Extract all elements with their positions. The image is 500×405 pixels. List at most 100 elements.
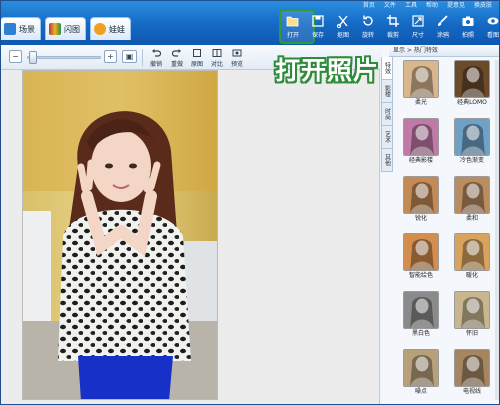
resize-button[interactable]: 尺寸 xyxy=(407,13,429,41)
tab-scene-label: 场景 xyxy=(19,24,35,34)
save-button-label: 保存 xyxy=(311,32,324,39)
effect-label: 经典影楼 xyxy=(408,156,433,164)
resize-button-label: 尺寸 xyxy=(411,32,424,39)
effects-grid: 柔光 经典LOMO 经典影楼 冷色渐变锐化 柔和智能绘色 暖化黑白色 怀旧噪点 电视线 xyxy=(397,60,497,405)
save-icon xyxy=(312,15,324,27)
menu-tools[interactable]: 工具 xyxy=(405,1,417,10)
effect-label: 经典LOMO xyxy=(457,99,487,106)
effect-thumbnail xyxy=(403,175,439,214)
effect-item[interactable]: 智能绘色 xyxy=(397,233,445,282)
effect-label: 黑白色 xyxy=(411,330,430,338)
toolbar-divider xyxy=(142,49,143,66)
panel-header-title: 热门特效 xyxy=(413,47,438,54)
original-button[interactable]: 原图 xyxy=(187,48,207,68)
effect-item[interactable]: 锐化 xyxy=(397,175,445,225)
effect-thumbnail xyxy=(454,349,490,388)
compare-button[interactable]: 对比 xyxy=(207,48,227,68)
effect-label: 冷色渐变 xyxy=(459,156,484,164)
preview-button[interactable]: 预览 xyxy=(227,48,247,68)
effects-scrollbar[interactable] xyxy=(495,60,499,400)
redo-label: 重做 xyxy=(170,61,183,68)
effect-thumbnail xyxy=(454,233,490,272)
undo-button[interactable]: 撤销 xyxy=(146,48,166,68)
photo-canvas[interactable] xyxy=(0,70,380,405)
tab-doll[interactable]: 娃娃 xyxy=(90,17,131,40)
menu-home[interactable]: 首页 xyxy=(363,1,375,10)
zoom-slider-thumb[interactable] xyxy=(28,51,37,64)
effect-item[interactable]: 柔光 xyxy=(397,60,445,109)
effect-label: 噪点 xyxy=(414,388,427,396)
effects-panel-header: 显示 > 热门特效 xyxy=(389,45,500,57)
module-tabs: 场景 闪图 娃娃 xyxy=(0,17,131,40)
redo-icon xyxy=(172,49,181,57)
effect-item[interactable]: 噪点 xyxy=(397,349,445,398)
original-icon xyxy=(193,49,201,57)
effect-item[interactable]: 经典影楼 xyxy=(397,117,445,167)
effect-label: 柔光 xyxy=(414,99,427,106)
fit-window-button[interactable]: ▣ xyxy=(122,50,137,63)
portrait-image xyxy=(23,71,217,399)
tab-studio[interactable]: 影楼 xyxy=(381,80,393,103)
view-icon xyxy=(487,17,499,25)
effect-item[interactable]: 电视线 xyxy=(448,349,496,398)
crop-icon xyxy=(387,15,399,27)
menu-help[interactable]: 帮助 xyxy=(426,1,438,10)
save-button[interactable]: 保存 xyxy=(307,13,329,41)
zoom-in-button[interactable]: + xyxy=(104,50,117,63)
rotate-button[interactable]: 旋转 xyxy=(357,13,379,41)
fit-window-icon: ▣ xyxy=(125,52,134,61)
effect-thumbnail xyxy=(403,117,439,156)
edited-photo[interactable] xyxy=(22,70,218,400)
panel-header-prefix[interactable]: 显示 xyxy=(393,47,405,54)
effect-item[interactable]: 柔和 xyxy=(448,175,496,225)
brush-button[interactable]: 涂鸦 xyxy=(432,13,454,41)
effect-label: 怀旧 xyxy=(465,330,478,338)
open-button-label: 打开 xyxy=(286,32,299,39)
menu-skin[interactable]: 换皮肤 xyxy=(474,1,492,10)
resize-icon xyxy=(412,15,424,27)
zoom-slider-track[interactable] xyxy=(27,56,101,59)
crop-button[interactable]: 裁剪 xyxy=(382,13,404,41)
cutout-button-label: 抠图 xyxy=(336,32,349,39)
zoom-out-icon: − xyxy=(12,52,19,61)
effect-thumbnail xyxy=(403,291,439,330)
effect-item[interactable]: 经典LOMO xyxy=(448,60,496,109)
effect-item[interactable]: 怀旧 xyxy=(448,291,496,340)
crop-button-label: 裁剪 xyxy=(386,32,399,39)
camera-button[interactable]: 拍照 xyxy=(457,13,479,41)
tab-scene[interactable]: 场景 xyxy=(0,17,41,40)
effect-label: 电视线 xyxy=(462,388,481,396)
view-button[interactable]: 看图 xyxy=(482,13,500,41)
effect-item[interactable]: 黑白色 xyxy=(397,291,445,340)
menu-feedback[interactable]: 提意见 xyxy=(447,1,465,10)
effect-thumbnail xyxy=(454,60,490,98)
preview-icon xyxy=(232,49,242,57)
flash-icon xyxy=(49,23,61,35)
main-toolbar: 打开 保存 抠图 旋转 裁剪 尺寸 涂鸦 拍照 看图 xyxy=(282,13,500,41)
redo-button[interactable]: 重做 xyxy=(167,48,187,68)
compare-icon xyxy=(212,49,222,57)
tab-other[interactable]: 其他 xyxy=(381,149,393,172)
camera-icon xyxy=(462,16,474,26)
brush-icon xyxy=(438,15,448,26)
original-label: 原图 xyxy=(190,61,203,68)
top-menu: 首页 文件 工具 帮助 提意见 换皮肤 xyxy=(363,1,492,10)
effect-item[interactable]: 冷色渐变 xyxy=(448,117,496,167)
tab-flash[interactable]: 闪图 xyxy=(45,17,86,40)
folder-open-icon xyxy=(286,16,299,27)
zoom-out-button[interactable]: − xyxy=(9,50,22,63)
open-button[interactable]: 打开 xyxy=(282,13,304,41)
open-photo-caption: 打开照片 xyxy=(275,56,380,85)
scene-icon xyxy=(4,23,16,35)
effect-thumbnail xyxy=(403,349,439,388)
effect-label: 智能绘色 xyxy=(408,272,433,280)
undo-label: 撤销 xyxy=(149,61,162,68)
tab-fashion[interactable]: 时尚 xyxy=(381,103,393,126)
tab-art[interactable]: 艺术 xyxy=(381,126,393,149)
tab-doll-label: 娃娃 xyxy=(109,24,125,34)
menu-file[interactable]: 文件 xyxy=(384,1,396,10)
tab-effects[interactable]: 特效 xyxy=(381,57,393,80)
effect-thumbnail xyxy=(403,233,439,272)
effect-item[interactable]: 暖化 xyxy=(448,233,496,282)
cutout-button[interactable]: 抠图 xyxy=(332,13,354,41)
